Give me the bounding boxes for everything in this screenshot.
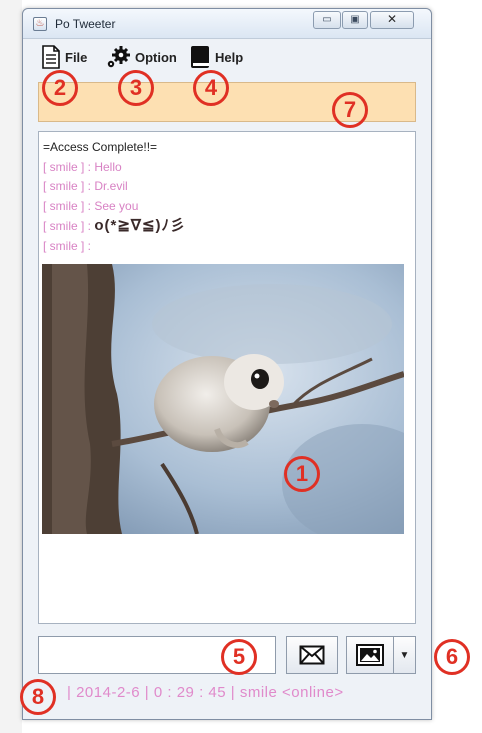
status-separator: | xyxy=(144,684,150,701)
chat-message: [ smile ] : xyxy=(43,237,411,257)
status-separator: | xyxy=(67,684,72,701)
callout-3: 3 xyxy=(118,70,154,106)
callout-8: 8 xyxy=(20,679,56,715)
chat-message: [ smile ] : Dr.evil xyxy=(43,177,411,197)
chat-text: Hello xyxy=(94,159,122,174)
chat-user: [ smile ] : xyxy=(43,159,95,174)
background-page-right xyxy=(430,0,482,733)
status-separator: | xyxy=(230,684,236,701)
status-time: 0 : 29 : 45 xyxy=(153,684,227,701)
close-icon: ✕ xyxy=(386,12,398,26)
chat-text: See you xyxy=(94,198,139,213)
callout-6: 6 xyxy=(434,639,470,675)
chat-message: [ smile ] : o(*≧∇≦)ﾉ彡 xyxy=(43,216,411,237)
menu-option[interactable]: Option xyxy=(105,45,177,69)
callout-2: 2 xyxy=(42,70,78,106)
chat-message: [ smile ] : See you xyxy=(43,197,411,217)
menu-bar: File Option Help xyxy=(37,45,417,69)
chat-user: [ smile ] : xyxy=(43,198,95,213)
chat-text: Dr.evil xyxy=(94,179,128,193)
chat-log[interactable]: =Access Complete!!= [ smile ] : Hello [ … xyxy=(38,131,416,624)
menu-option-label: Option xyxy=(135,49,177,65)
title-bar[interactable]: ♨ Po Tweeter ▭ ▣ ✕ xyxy=(23,9,431,39)
picture-icon xyxy=(356,644,384,666)
minimize-icon: ▭ xyxy=(322,14,332,25)
menu-help[interactable]: Help xyxy=(189,45,243,69)
status-bar: | 2014-2-6 | 0 : 29 : 45 | smile <online… xyxy=(67,684,437,706)
callout-7: 7 xyxy=(332,92,368,128)
book-icon xyxy=(191,46,209,68)
callout-1: 1 xyxy=(284,456,320,492)
callout-5: 5 xyxy=(221,639,257,675)
system-message: =Access Complete!!= xyxy=(43,140,158,154)
app-icon: ♨ xyxy=(33,17,47,31)
menu-help-label: Help xyxy=(215,49,244,65)
image-options-dropdown[interactable]: ▼ xyxy=(394,636,416,674)
chat-user: [ smile ] : xyxy=(43,238,92,253)
minimize-button[interactable]: ▭ xyxy=(313,11,341,29)
maximize-icon: ▣ xyxy=(350,14,360,25)
emoticon: o(*≧∇≦)ﾉ彡 xyxy=(94,217,187,234)
close-button[interactable]: ✕ xyxy=(370,11,414,29)
app-window: ♨ Po Tweeter ▭ ▣ ✕ File Option Help =Acc… xyxy=(22,8,432,720)
document-icon xyxy=(42,45,60,69)
callout-4: 4 xyxy=(193,70,229,106)
flying-squirrel-photo xyxy=(42,264,404,534)
window-title: Po Tweeter xyxy=(55,17,116,31)
chevron-down-icon: ▼ xyxy=(399,649,410,661)
status-date: 2014-2-6 xyxy=(76,684,141,701)
shared-photo xyxy=(42,264,404,534)
background-page xyxy=(0,0,22,733)
chat-message: [ smile ] : Hello xyxy=(43,158,411,178)
send-button[interactable] xyxy=(286,636,338,674)
menu-file-label: File xyxy=(65,49,88,65)
menu-file[interactable]: File xyxy=(41,45,87,69)
chat-user: [ smile ] : xyxy=(43,179,95,193)
envelope-icon xyxy=(299,645,325,665)
gear-icon xyxy=(107,46,130,68)
attach-image-button[interactable] xyxy=(346,636,394,674)
chat-user: [ smile ] : xyxy=(43,219,95,233)
status-state: <online> xyxy=(282,684,344,701)
status-user: smile xyxy=(239,684,278,701)
maximize-button[interactable]: ▣ xyxy=(342,11,368,29)
